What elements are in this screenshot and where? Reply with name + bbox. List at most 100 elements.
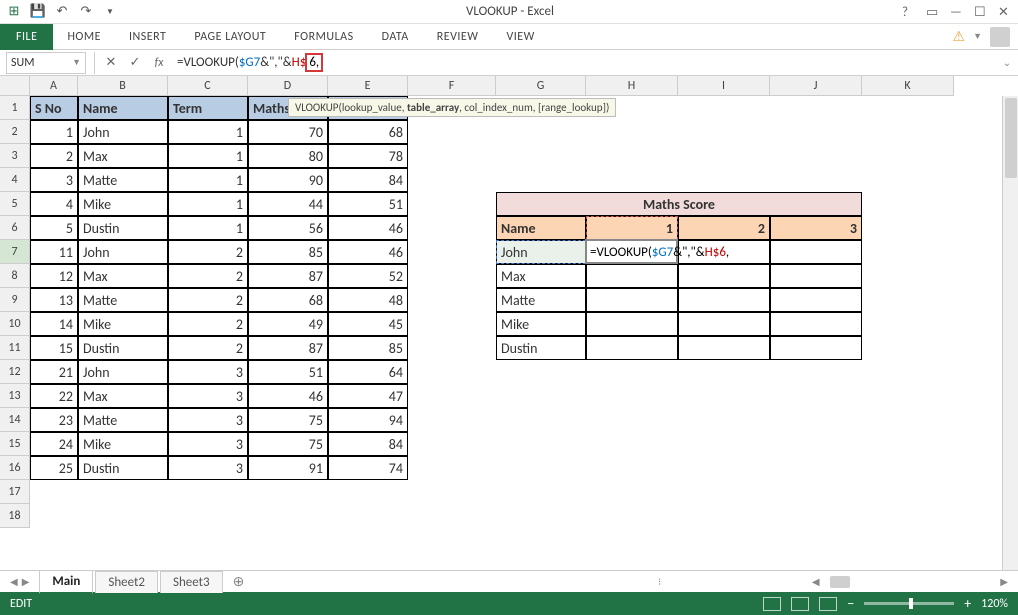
ribbon-options-icon[interactable]: ▭ (926, 5, 940, 19)
page-layout-view-icon[interactable] (791, 597, 809, 611)
rowhead-15[interactable]: 15 (0, 432, 29, 456)
cell-term-7[interactable]: 2 (168, 264, 248, 288)
active-cell-formula[interactable]: =VLOOKUP($G7&","&H$6, (586, 240, 846, 264)
rowhead-14[interactable]: 14 (0, 408, 29, 432)
cell-name-10[interactable]: Dustin (78, 336, 168, 360)
cell-science-10[interactable]: 85 (328, 336, 408, 360)
tab-page-layout[interactable]: PAGE LAYOUT (180, 26, 280, 48)
cell-name-7[interactable]: Max (78, 264, 168, 288)
cell-term-2[interactable]: 1 (168, 144, 248, 168)
mheader-name[interactable]: Name (496, 216, 586, 240)
header-sno[interactable]: S No (30, 96, 78, 120)
sheet-tab-main[interactable]: Main (39, 570, 93, 594)
cell-term-3[interactable]: 1 (168, 168, 248, 192)
cell-name-9[interactable]: Mike (78, 312, 168, 336)
cell-maths-7[interactable]: 87 (248, 264, 328, 288)
rowhead-3[interactable]: 3 (0, 144, 29, 168)
mheader-2[interactable]: 2 (678, 216, 770, 240)
cell-science-12[interactable]: 47 (328, 384, 408, 408)
cell-maths-2[interactable]: 80 (248, 144, 328, 168)
cell-science-11[interactable]: 64 (328, 360, 408, 384)
cell-maths-5[interactable]: 56 (248, 216, 328, 240)
tab-review[interactable]: REVIEW (423, 26, 493, 48)
cell-term-5[interactable]: 1 (168, 216, 248, 240)
cell-name-14[interactable]: Mike (78, 432, 168, 456)
cell-term-12[interactable]: 3 (168, 384, 248, 408)
mname-John[interactable]: John (496, 240, 586, 264)
mcell-Dustin-1[interactable] (586, 336, 678, 360)
mcell-Mike-1[interactable] (586, 312, 678, 336)
mname-Max[interactable]: Max (496, 264, 586, 288)
add-sheet-button[interactable]: ⊕ (225, 573, 253, 590)
tab-formulas[interactable]: FORMULAS (280, 26, 367, 48)
namebox-dropdown-icon[interactable]: ▼ (72, 57, 81, 68)
zoom-level[interactable]: 120% (981, 597, 1008, 611)
cell-term-10[interactable]: 2 (168, 336, 248, 360)
warning-icon[interactable]: ⚠ (953, 28, 966, 45)
colhead-A[interactable]: A (30, 76, 78, 96)
maximize-icon[interactable]: ☐ (974, 5, 988, 19)
vertical-scrollbar[interactable] (1002, 96, 1018, 570)
cell-sno-7[interactable]: 12 (30, 264, 78, 288)
cell-maths-3[interactable]: 90 (248, 168, 328, 192)
qat-dropdown-icon[interactable]: ▼ (102, 4, 118, 20)
rowhead-1[interactable]: 1 (0, 96, 29, 120)
close-icon[interactable]: ✕ (998, 5, 1012, 19)
colhead-K[interactable]: K (862, 76, 954, 96)
mcell-Matte-1[interactable] (586, 288, 678, 312)
cell-term-13[interactable]: 3 (168, 408, 248, 432)
colhead-D[interactable]: D (248, 76, 328, 96)
mcell-Max-1[interactable] (586, 264, 678, 288)
cell-term-15[interactable]: 3 (168, 456, 248, 480)
colhead-J[interactable]: J (770, 76, 862, 96)
mname-Mike[interactable]: Mike (496, 312, 586, 336)
mname-Matte[interactable]: Matte (496, 288, 586, 312)
rowhead-17[interactable]: 17 (0, 480, 29, 504)
sheet-tab-sheet2[interactable]: Sheet2 (95, 571, 158, 593)
mcell-Mike-2[interactable] (678, 312, 770, 336)
select-all-corner[interactable] (0, 76, 30, 96)
cell-name-4[interactable]: Mike (78, 192, 168, 216)
zoom-slider[interactable] (864, 602, 954, 605)
rowhead-11[interactable]: 11 (0, 336, 29, 360)
mcell-Dustin-2[interactable] (678, 336, 770, 360)
cell-maths-6[interactable]: 85 (248, 240, 328, 264)
mcell-Mike-3[interactable] (770, 312, 862, 336)
cell-name-1[interactable]: John (78, 120, 168, 144)
zoom-in-button[interactable]: + (964, 595, 971, 612)
cell-science-15[interactable]: 74 (328, 456, 408, 480)
tab-insert[interactable]: INSERT (115, 26, 180, 48)
cell-maths-9[interactable]: 49 (248, 312, 328, 336)
cell-science-14[interactable]: 84 (328, 432, 408, 456)
cell-sno-13[interactable]: 23 (30, 408, 78, 432)
mcell-Max-2[interactable] (678, 264, 770, 288)
cell-maths-10[interactable]: 87 (248, 336, 328, 360)
cell-term-14[interactable]: 3 (168, 432, 248, 456)
cell-sno-10[interactable]: 15 (30, 336, 78, 360)
formula-input[interactable]: =VLOOKUP($G7&","&H$6, (171, 52, 996, 74)
cell-maths-4[interactable]: 44 (248, 192, 328, 216)
colhead-B[interactable]: B (78, 76, 168, 96)
cell-sno-3[interactable]: 3 (30, 168, 78, 192)
hscroll-thumb[interactable] (830, 576, 850, 588)
cell-name-6[interactable]: John (78, 240, 168, 264)
rowhead-4[interactable]: 4 (0, 168, 29, 192)
cell-science-6[interactable]: 46 (328, 240, 408, 264)
colhead-H[interactable]: H (586, 76, 678, 96)
redo-icon[interactable]: ↷ (78, 4, 94, 20)
cell-term-1[interactable]: 1 (168, 120, 248, 144)
mcell-Dustin-3[interactable] (770, 336, 862, 360)
cell-science-7[interactable]: 52 (328, 264, 408, 288)
rowhead-9[interactable]: 9 (0, 288, 29, 312)
mheader-1[interactable]: 1 (586, 216, 678, 240)
cell-sno-14[interactable]: 24 (30, 432, 78, 456)
cell-sno-2[interactable]: 2 (30, 144, 78, 168)
cell-science-8[interactable]: 48 (328, 288, 408, 312)
tab-data[interactable]: DATA (368, 26, 423, 48)
colhead-G[interactable]: G (496, 76, 586, 96)
colhead-C[interactable]: C (168, 76, 248, 96)
cell-maths-8[interactable]: 68 (248, 288, 328, 312)
cell-science-1[interactable]: 68 (328, 120, 408, 144)
rowhead-2[interactable]: 2 (0, 120, 29, 144)
undo-icon[interactable]: ↶ (54, 4, 70, 20)
